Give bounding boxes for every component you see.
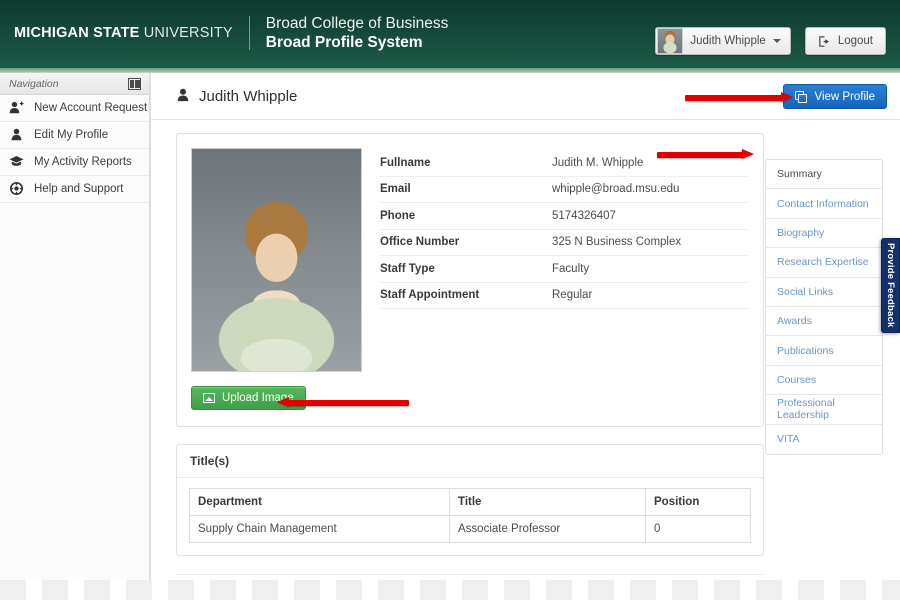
field-value: Faculty: [552, 262, 590, 275]
tab-biography[interactable]: Biography: [766, 219, 882, 249]
table-row: Supply Chain Management Associate Profes…: [189, 515, 751, 543]
view-profile-button[interactable]: View Profile: [783, 84, 887, 109]
field-value: 325 N Business Complex: [552, 236, 682, 249]
tab-professional-leadership[interactable]: Professional Leadership: [766, 395, 882, 425]
tab-contact-information[interactable]: Contact Information: [766, 189, 882, 219]
cell-title: Associate Professor: [449, 515, 646, 543]
field-row: Phone 5174326407: [380, 203, 749, 230]
system-name: Broad Profile System: [265, 34, 423, 52]
main-content: Judith Whipple View Profile Fullname Jud…: [151, 73, 900, 580]
field-value: whipple@broad.msu.edu: [552, 183, 680, 196]
titles-card: Title(s) Department Title Position Suppl…: [176, 444, 764, 556]
user-icon: [176, 88, 190, 105]
field-key: Office Number: [380, 236, 460, 249]
tab-summary[interactable]: Summary: [766, 160, 882, 190]
field-value: Regular: [552, 289, 593, 302]
field-value: Judith M. Whipple: [552, 156, 644, 169]
field-row: Office Number 325 N Business Complex: [380, 230, 749, 256]
tab-publications[interactable]: Publications: [766, 336, 882, 366]
field-key: Email: [380, 183, 411, 196]
titles-heading: Title(s): [177, 445, 763, 478]
tab-research-expertise[interactable]: Research Expertise: [766, 248, 882, 278]
tab-vita[interactable]: VITA: [766, 425, 882, 454]
field-row: Staff Appointment Regular: [380, 283, 749, 309]
profile-fields: Fullname Judith M. Whipple Email whipple…: [380, 148, 749, 372]
sidebar-item-label: Help and Support: [34, 183, 124, 195]
brand-divider: [248, 16, 250, 51]
sidebar-title: Navigation: [9, 77, 59, 90]
field-row: Staff Type Faculty: [380, 256, 749, 283]
field-key: Staff Type: [380, 262, 435, 275]
annotation-arrow-summary: [657, 149, 754, 160]
profile-section-tabs: Summary Contact Information Biography Re…: [765, 159, 883, 455]
sidebar-item-label: Edit My Profile: [34, 129, 109, 141]
msu-wordmark-bold: MICHIGAN STATE: [14, 25, 140, 42]
column-header: Department: [189, 488, 450, 516]
sidebar-item-edit-my-profile[interactable]: Edit My Profile: [0, 122, 149, 149]
field-key: Fullname: [380, 156, 431, 169]
column-header: Position: [645, 488, 751, 516]
logout-label: Logout: [837, 35, 873, 47]
life-ring-icon: [8, 181, 24, 197]
msu-wordmark-light: UNIVERSITY: [139, 25, 233, 42]
page-title-text: Judith Whipple: [199, 87, 298, 105]
site-header: MICHIGAN STATE UNIVERSITY Broad College …: [0, 0, 900, 68]
sidebar-item-label: New Account Request: [34, 102, 148, 114]
image-icon: [203, 393, 215, 403]
column-header: Title: [449, 488, 646, 516]
provide-feedback-label: Provide Feedback: [885, 243, 896, 328]
sign-out-icon: [819, 35, 829, 47]
field-row: Email whipple@broad.msu.edu: [380, 177, 749, 203]
user-plus-icon: [8, 101, 24, 116]
chevron-down-icon: [772, 39, 781, 43]
header-actions: Judith Whipple Logout: [655, 27, 886, 55]
profile-photo: [191, 148, 362, 372]
college-title: Broad College of Business Broad Profile …: [266, 14, 449, 53]
user-menu-label: Judith Whipple: [690, 35, 766, 47]
graduation-cap-icon: [8, 155, 24, 169]
page-bottom-stripe: [0, 580, 900, 600]
annotation-arrow-upload-image: [277, 397, 409, 408]
tab-awards[interactable]: Awards: [766, 307, 882, 337]
logout-button[interactable]: Logout: [804, 27, 886, 55]
user-icon: [8, 128, 24, 143]
sidebar-header: Navigation: [0, 73, 149, 95]
sidebar-item-label: My Activity Reports: [34, 156, 132, 168]
user-menu-button[interactable]: Judith Whipple: [655, 27, 791, 55]
sidebar-item-new-account-request[interactable]: New Account Request: [0, 95, 149, 122]
college-name: Broad College of Business: [265, 15, 449, 32]
copy-window-icon: [795, 90, 808, 103]
sidebar-item-my-activity-reports[interactable]: My Activity Reports: [0, 149, 149, 176]
sidebar: Navigation New Account Request Edit My P…: [0, 73, 150, 580]
annotation-arrow-view-profile: [685, 92, 793, 103]
tab-social-links[interactable]: Social Links: [766, 278, 882, 307]
avatar: [657, 28, 684, 54]
titles-table: Department Title Position Supply Chain M…: [189, 488, 751, 543]
table-header-row: Department Title Position: [189, 488, 751, 516]
content-bottom-rule: [176, 574, 764, 575]
panel-collapse-icon[interactable]: [128, 77, 141, 90]
brand-lockup: MICHIGAN STATE UNIVERSITY Broad College …: [14, 14, 448, 53]
field-key: Staff Appointment: [380, 289, 480, 302]
view-profile-label: View Profile: [814, 90, 875, 103]
cell-position: 0: [645, 515, 751, 543]
profile-card: Fullname Judith M. Whipple Email whipple…: [176, 133, 764, 427]
msu-wordmark: MICHIGAN STATE UNIVERSITY: [14, 25, 233, 41]
provide-feedback-tab[interactable]: Provide Feedback: [881, 238, 900, 333]
field-key: Phone: [380, 209, 416, 222]
page-root: MICHIGAN STATE UNIVERSITY Broad College …: [0, 0, 900, 600]
tab-courses[interactable]: Courses: [766, 366, 882, 396]
sidebar-item-help-and-support[interactable]: Help and Support: [0, 176, 149, 203]
page-title: Judith Whipple: [176, 88, 297, 105]
field-value: 5174326407: [552, 209, 616, 222]
cell-department: Supply Chain Management: [189, 515, 450, 543]
